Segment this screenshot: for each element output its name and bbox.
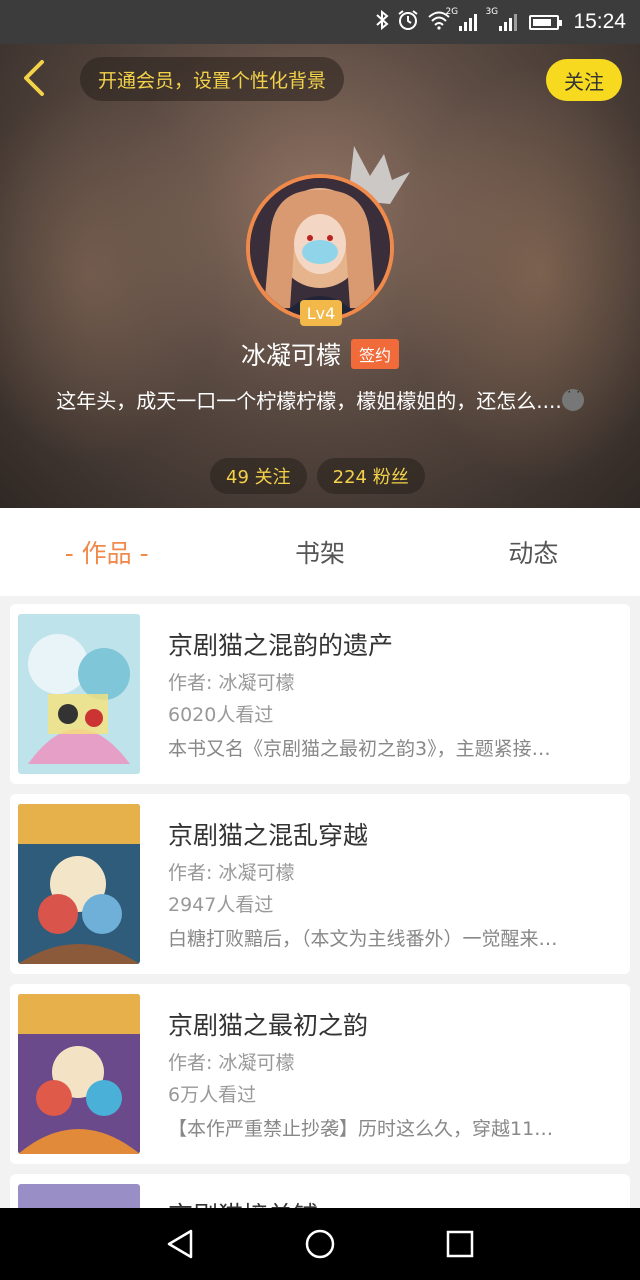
work-author: 作者: 冰凝可檬 (168, 862, 295, 884)
status-bar: 2G 3G 15:24 (0, 0, 640, 44)
back-button[interactable] (14, 56, 54, 100)
work-title: 京剧猫之混乱穿越 (168, 821, 369, 850)
network-type-label: 3G (485, 7, 499, 17)
signal-icon: 2G (445, 7, 478, 31)
book-cover (18, 614, 140, 774)
network-type-label: 2G (445, 7, 459, 17)
signed-author-badge: 签约 (351, 339, 400, 369)
vip-background-prompt[interactable]: 开通会员，设置个性化背景 (80, 57, 345, 101)
following-count[interactable]: 49 关注 (210, 458, 307, 494)
follow-counts: 49 关注 224 粉丝 (210, 458, 425, 494)
level-badge: Lv4 (300, 300, 342, 326)
tab-activity[interactable]: 动态 (427, 508, 640, 596)
chevron-left-icon (24, 60, 44, 96)
work-title: 京剧猫之最初之韵 (168, 1011, 369, 1040)
user-bio: 这年头，成天一口一个柠檬柠檬，檬姐檬姐的，还怎么.... (40, 385, 600, 415)
work-card[interactable]: 京剧猫之最初之韵 作者: 冰凝可檬 6万人看过 【本作严重禁止抄袭】历时这么久，… (10, 984, 630, 1164)
alarm-icon (397, 9, 419, 36)
square-recents-icon (446, 1230, 474, 1258)
work-views: 6020人看过 (168, 704, 274, 726)
nav-recents-button[interactable] (440, 1224, 480, 1264)
bio-text: 这年头，成天一口一个柠檬柠檬，檬姐檬姐的，还怎么.... (56, 389, 562, 413)
works-list: 京剧猫之混韵的遗产 作者: 冰凝可檬 6020人看过 本书又名《京剧猫之最初之韵… (10, 604, 630, 1224)
work-description: 本书又名《京剧猫之最初之韵3》，主题紧接… (168, 738, 551, 760)
nav-back-button[interactable] (160, 1224, 200, 1264)
profile-header: 开通会员，设置个性化背景 关注 Lv4 冰凝可檬 签约 这年头，成天一口一个柠檬… (0, 44, 640, 508)
bluetooth-icon (375, 9, 389, 35)
triangle-back-icon (167, 1229, 193, 1259)
work-views: 6万人看过 (168, 1084, 257, 1106)
follow-button[interactable]: 关注 (546, 59, 622, 101)
smiley-face-icon (561, 385, 584, 412)
work-description: 【本作严重禁止抄袭】历时这么久，穿越11… (168, 1118, 554, 1140)
battery-icon (529, 14, 563, 30)
work-card[interactable]: 京剧猫之混韵的遗产 作者: 冰凝可檬 6020人看过 本书又名《京剧猫之最初之韵… (10, 604, 630, 784)
followers-count[interactable]: 224 粉丝 (316, 458, 425, 494)
work-description: 白糖打败黯后，（本文为主线番外）一觉醒来… (168, 928, 558, 950)
work-views: 2947人看过 (168, 894, 274, 916)
book-cover (18, 994, 140, 1154)
system-nav-bar (0, 1208, 640, 1280)
name-row: 冰凝可檬 签约 (0, 336, 640, 372)
nav-home-button[interactable] (300, 1224, 340, 1264)
status-icons: 2G 3G 15:24 (375, 0, 626, 44)
circle-home-icon (305, 1229, 335, 1259)
work-author: 作者: 冰凝可檬 (168, 672, 295, 694)
work-author: 作者: 冰凝可檬 (168, 1052, 295, 1074)
tab-bookshelf[interactable]: 书架 (213, 508, 426, 596)
work-card[interactable]: 京剧猫之混乱穿越 作者: 冰凝可檬 2947人看过 白糖打败黯后，（本文为主线番… (10, 794, 630, 974)
tab-works[interactable]: - 作品 - (0, 508, 213, 596)
signal-icon: 3G (485, 7, 518, 31)
book-cover (18, 804, 140, 964)
work-title: 京剧猫之混韵的遗产 (168, 631, 394, 660)
profile-tabs: - 作品 - 书架 动态 (0, 508, 640, 596)
clock: 15:24 (573, 10, 626, 33)
user-name: 冰凝可檬 (240, 341, 341, 370)
